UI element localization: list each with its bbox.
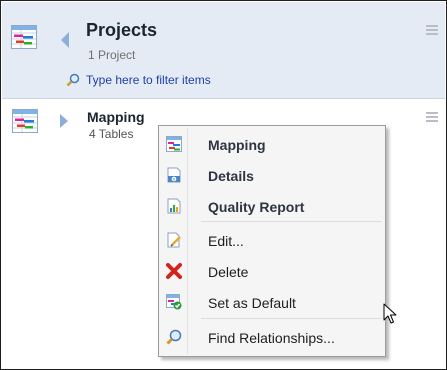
hamburger-icon[interactable] [426, 25, 438, 35]
menu-item-label: Set as Default [208, 295, 296, 311]
project-count: 1 Project [88, 48, 136, 62]
magnifier-icon [66, 73, 80, 92]
menu-item-label: Mapping [208, 137, 266, 153]
project-diagram-icon [11, 25, 37, 49]
menu-item-mapping[interactable]: Mapping [160, 129, 384, 159]
triangle-left-icon[interactable] [60, 32, 70, 53]
triangle-right-icon[interactable] [60, 114, 68, 133]
menu-item-label: Quality Report [208, 199, 305, 215]
row-subtitle: 4 Tables [89, 127, 134, 141]
menu-item-details[interactable]: Details [160, 160, 384, 190]
page-title: Projects [86, 20, 158, 40]
mouse-pointer-icon [383, 303, 397, 330]
menu-item-find-relationships[interactable]: Find Relationships... [160, 322, 384, 352]
menu-item-label: Find Relationships... [208, 330, 335, 346]
details-icon [166, 167, 182, 183]
menu-item-edit[interactable]: Edit... [160, 225, 384, 255]
project-diagram-icon [12, 109, 38, 133]
menu-item-label: Delete [208, 264, 249, 280]
context-menu: Mapping Details Quality Report Edit... D… [158, 125, 386, 357]
menu-item-set-as-default[interactable]: Set as Default [160, 287, 384, 317]
row-title: Mapping [87, 109, 145, 125]
magnifier-icon [166, 329, 182, 345]
edit-document-icon [166, 232, 182, 248]
menu-item-label: Edit... [208, 233, 244, 249]
menu-item-label: Details [208, 168, 254, 184]
menu-item-delete[interactable]: Delete [160, 256, 384, 286]
mapping-icon [166, 136, 182, 152]
filter-placeholder: Type here to filter items [86, 73, 211, 87]
report-chart-icon [166, 198, 182, 214]
red-x-icon [166, 263, 182, 279]
menu-divider [201, 221, 381, 222]
set-default-icon [166, 294, 182, 310]
project-browser-panel: Projects 1 Project Type here to filter i… [0, 0, 447, 370]
hamburger-icon[interactable] [426, 112, 438, 122]
projects-header: Projects 1 Project Type here to filter i… [2, 2, 445, 99]
menu-divider [201, 318, 381, 319]
menu-item-quality-report[interactable]: Quality Report [160, 191, 384, 221]
